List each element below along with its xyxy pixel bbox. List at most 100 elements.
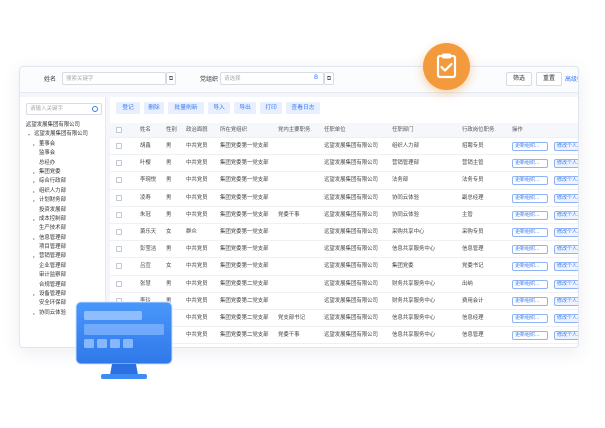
tree-node[interactable]: ▸ 综合行政部 xyxy=(20,177,105,186)
toolbar-button[interactable]: 导出 xyxy=(234,102,256,114)
column-header[interactable]: 任职部门 xyxy=(392,123,460,138)
update-org-button[interactable]: 更新组织... xyxy=(512,142,548,151)
column-header[interactable]: 党内主要职务 xyxy=(278,123,322,138)
table-row[interactable]: 萧乐天 女 群众 集团党委第一党支部 远望发展集团有限公司 采购共享中心 采购专员 更新组织.… xyxy=(110,224,578,242)
edit-personal-button[interactable]: 修改个人... xyxy=(554,245,578,255)
tree-node[interactable]: 合规管理部 xyxy=(20,281,105,290)
row-checkbox[interactable] xyxy=(116,211,122,218)
tree-node[interactable]: 项目管理部 xyxy=(20,243,105,252)
org-select-input[interactable]: 请选择 xyxy=(220,72,324,85)
toolbar-button[interactable]: 登记 xyxy=(116,102,140,114)
update-org-button[interactable]: 更新组织... xyxy=(512,262,548,272)
column-header[interactable]: 任职单位 xyxy=(324,123,390,138)
tree-node[interactable]: ▸ 信息管理部 xyxy=(20,234,105,243)
update-org-button[interactable]: 更新组织... xyxy=(512,159,548,169)
caret-right-icon[interactable]: ▸ xyxy=(33,290,38,299)
toolbar-button[interactable]: 打印 xyxy=(260,102,282,114)
toolbar-button[interactable]: 删除 xyxy=(144,102,164,114)
tree-node[interactable]: ▸ 成本控制部 xyxy=(20,215,105,224)
row-checkbox[interactable] xyxy=(116,228,122,235)
column-header[interactable]: 性别 xyxy=(166,123,184,138)
filter-button[interactable]: 筛选 xyxy=(506,72,532,86)
caret-right-icon[interactable]: ▸ xyxy=(33,168,38,177)
caret-right-icon[interactable]: ▸ xyxy=(33,234,38,243)
tree-node[interactable]: ▸ 设备管理部 xyxy=(20,290,105,299)
advanced-filter-link[interactable]: 高级筛选 xyxy=(565,74,578,83)
table-row[interactable]: 中共党员 集团党委第二党支部 党支部书记 远望发展集团有限公司 信息共享服务中心 信息经理… xyxy=(110,310,578,328)
edit-personal-button[interactable]: 修改个人... xyxy=(554,193,578,203)
update-org-button[interactable]: 更新组织... xyxy=(512,245,548,255)
select-all-checkbox[interactable] xyxy=(116,127,122,133)
caret-right-icon[interactable]: ▸ xyxy=(33,215,38,224)
update-org-button[interactable]: 更新组织... xyxy=(512,193,548,203)
row-checkbox[interactable] xyxy=(116,177,122,184)
tree-node[interactable]: 生产技术部 xyxy=(20,224,105,233)
tree-node[interactable]: 企业管理部 xyxy=(20,262,105,271)
tree-node[interactable]: 投资发展部 xyxy=(20,206,105,215)
caret-right-icon[interactable]: ▸ xyxy=(33,140,38,149)
tree-node[interactable]: ▸ 营销管理部 xyxy=(20,252,105,261)
reset-button[interactable]: 重置 xyxy=(536,72,562,86)
table-row[interactable]: 张慧 男 中共党员 集团党委第二党支部 远望发展集团有限公司 财务共享服务中心 出纳 更新组织… xyxy=(110,276,578,293)
toolbar-button[interactable]: 批量刷新 xyxy=(168,102,204,114)
update-org-button[interactable]: 更新组织... xyxy=(512,331,548,341)
table-row[interactable]: 吕宣 女 中共党员 集团党委第一党支部 远望发展集团有限公司 集团党委 党委书记 更新组织..… xyxy=(110,258,578,276)
update-org-button[interactable]: 更新组织... xyxy=(512,296,548,306)
update-org-button[interactable]: 更新组织... xyxy=(512,313,548,323)
update-org-button[interactable]: 更新组织... xyxy=(512,176,548,186)
org-tree-icon[interactable]: B xyxy=(314,74,318,81)
table-row[interactable]: 中共党员 集团党委第二党支部 党委干事 远望发展集团有限公司 信息共享服务中心 信息管理 更… xyxy=(110,327,578,345)
caret-down-icon[interactable]: ▾ xyxy=(28,130,33,139)
caret-right-icon[interactable]: ▸ xyxy=(33,309,38,318)
table-row[interactable]: 叶樱 男 中共党员 集团党委第一党支部 远望发展集团有限公司 营销管理部 营销主管 更新组织.… xyxy=(110,155,578,173)
update-org-button[interactable]: 更新组织... xyxy=(512,279,548,289)
tree-node[interactable]: 总经办 xyxy=(20,159,105,168)
caret-right-icon[interactable]: ▸ xyxy=(33,177,38,186)
tree-search-input[interactable]: 请输入关键字 xyxy=(26,103,102,115)
edit-personal-button[interactable]: 修改个人... xyxy=(554,296,578,306)
edit-personal-button[interactable]: 修改个人... xyxy=(554,176,578,186)
row-checkbox[interactable] xyxy=(116,194,122,201)
update-org-button[interactable]: 更新组织... xyxy=(512,210,548,220)
row-checkbox[interactable] xyxy=(116,160,122,167)
column-header[interactable]: 行政岗位职务 xyxy=(462,123,510,138)
update-org-button[interactable]: 更新组织... xyxy=(512,227,548,237)
name-copy-icon[interactable]: ⧉ xyxy=(166,72,176,85)
caret-right-icon[interactable]: ▸ xyxy=(33,187,38,196)
tree-node[interactable]: ▸ 计划财务部 xyxy=(20,196,105,205)
tree-node[interactable]: ▸ 集团党委 xyxy=(20,168,105,177)
tree-node[interactable]: ▸ 董事会 xyxy=(20,140,105,149)
tree-node[interactable]: ▾ 远望发展集团有限公司 xyxy=(20,130,105,139)
edit-personal-button[interactable]: 修改个人... xyxy=(554,262,578,272)
table-row[interactable]: 朱冠 男 中共党员 集团党委第一党支部 党委干事 远望发展集团有限公司 协同云体验 主管 更新组… xyxy=(110,207,578,224)
table-row[interactable]: 李琬悦 男 中共党员 集团党委第一党支部 远望发展集团有限公司 法务部 法务专员 更新组织..… xyxy=(110,172,578,190)
row-checkbox[interactable] xyxy=(116,143,122,149)
caret-right-icon[interactable]: ▸ xyxy=(33,196,38,205)
tree-node[interactable]: ▸ 远望发展集团有限公司 xyxy=(20,121,105,130)
row-checkbox[interactable] xyxy=(116,263,122,270)
table-row[interactable]: 凌寿 男 中共党员 集团党委第一党支部 远望发展集团有限公司 协同云体验 副总经理 更新组织.… xyxy=(110,190,578,207)
edit-personal-button[interactable]: 修改个人... xyxy=(554,313,578,323)
column-header[interactable]: 政治面貌 xyxy=(186,123,218,138)
name-search-input[interactable]: 搜索关键字 xyxy=(62,72,166,85)
toolbar-button[interactable]: 查看日志 xyxy=(286,102,320,114)
column-header[interactable]: 所在党组织 xyxy=(220,123,276,138)
tree-node[interactable]: 审计监察部 xyxy=(20,271,105,280)
caret-right-icon[interactable]: ▸ xyxy=(33,252,38,261)
edit-personal-button[interactable]: 修改个人... xyxy=(554,227,578,237)
table-row[interactable]: 胡鑫 男 中共党员 集团党委第一党支部 远望发展集团有限公司 组织人力部 招聘专员 更新组织.… xyxy=(110,138,578,156)
org-copy-icon[interactable]: ⧉ xyxy=(324,72,334,85)
column-header[interactable]: 操作 xyxy=(512,123,572,138)
row-checkbox[interactable] xyxy=(116,280,122,287)
table-row[interactable]: 彭莹洁 男 中共党员 集团党委第一党支部 远望发展集团有限公司 信息共享服务中心 信息管理 更… xyxy=(110,241,578,259)
edit-personal-button[interactable]: 修改个人... xyxy=(554,142,578,151)
search-icon[interactable] xyxy=(92,106,98,112)
table-row[interactable]: 李玲男中共党员 集团党委第二党支部 远望发展集团有限公司 财务共享服务中心 费用会计 更新… xyxy=(110,293,578,310)
column-header[interactable]: 姓名 xyxy=(140,123,164,138)
tree-node[interactable]: 监事会 xyxy=(20,149,105,158)
tree-node[interactable]: ▸ 组织人力部 xyxy=(20,187,105,196)
edit-personal-button[interactable]: 修改个人... xyxy=(554,210,578,220)
row-checkbox[interactable] xyxy=(116,246,122,253)
edit-personal-button[interactable]: 修改个人... xyxy=(554,279,578,289)
edit-personal-button[interactable]: 修改个人... xyxy=(554,331,578,341)
